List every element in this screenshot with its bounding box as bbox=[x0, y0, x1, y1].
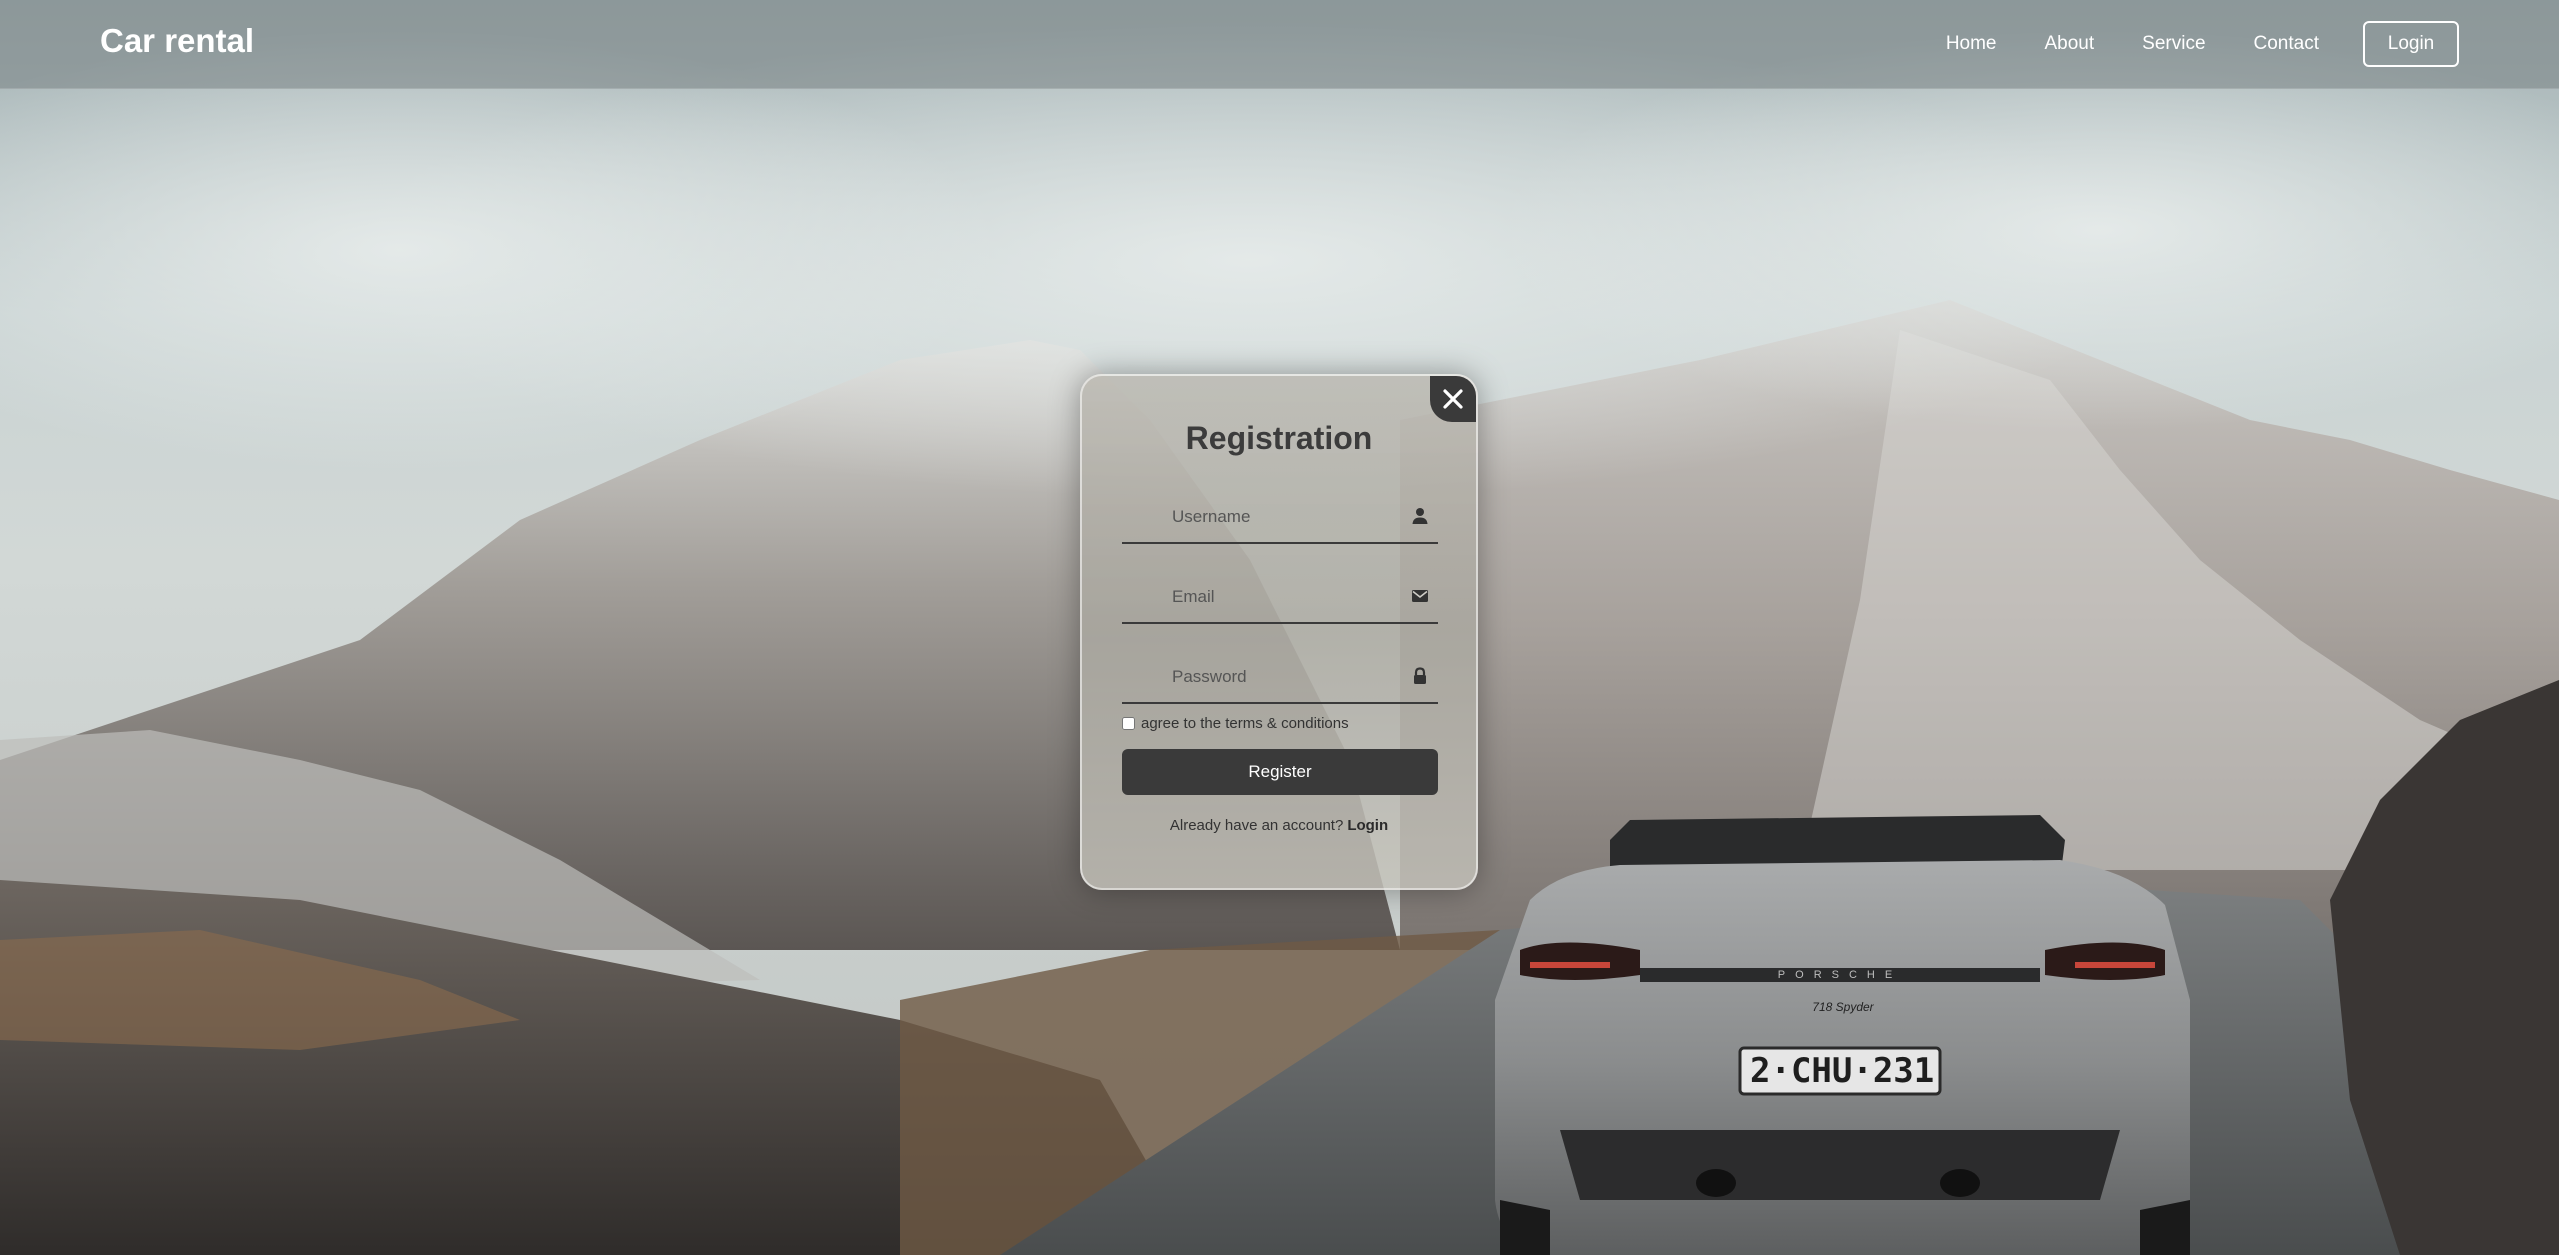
register-button[interactable]: Register bbox=[1122, 749, 1438, 795]
envelope-icon bbox=[1412, 590, 1428, 602]
page: 2·CHU·231 718 Spyder PORSCHE Car rental … bbox=[0, 0, 2559, 1255]
password-field-wrapper bbox=[1122, 650, 1438, 704]
brand-logo[interactable]: Car rental bbox=[100, 22, 254, 60]
car-image bbox=[1495, 815, 2190, 1255]
login-link[interactable]: Login bbox=[1347, 817, 1388, 834]
model-badge: 718 Spyder bbox=[1812, 1000, 1874, 1014]
modal-title: Registration bbox=[1185, 420, 1373, 456]
top-navbar: Car rental Home About Service Contact Lo… bbox=[0, 0, 2559, 89]
username-field-wrapper bbox=[1122, 490, 1438, 544]
user-icon bbox=[1412, 508, 1428, 524]
terms-checkbox[interactable] bbox=[1122, 717, 1135, 730]
registration-modal: Registration agree to the terms bbox=[1080, 374, 1478, 890]
username-input[interactable] bbox=[1170, 500, 1394, 534]
lock-icon bbox=[1414, 667, 1426, 684]
nav-menu: Home About Service Contact Login bbox=[1946, 18, 2459, 70]
brand-strip: PORSCHE bbox=[1777, 969, 1903, 981]
password-input[interactable] bbox=[1170, 660, 1394, 694]
login-prompt: Already have an account? Login bbox=[1082, 817, 1476, 834]
close-button[interactable] bbox=[1430, 376, 1476, 422]
close-icon bbox=[1443, 389, 1463, 409]
email-field-wrapper bbox=[1122, 570, 1438, 624]
nav-contact[interactable]: Contact bbox=[2254, 33, 2319, 55]
email-input[interactable] bbox=[1170, 580, 1394, 614]
terms-row: agree to the terms & conditions bbox=[1122, 715, 1349, 732]
nav-home[interactable]: Home bbox=[1946, 33, 1997, 55]
account-prompt-text: Already have an account? bbox=[1169, 817, 1344, 834]
terms-label: agree to the terms & conditions bbox=[1141, 715, 1349, 732]
header-login-button[interactable]: Login bbox=[2363, 21, 2459, 67]
nav-about[interactable]: About bbox=[2045, 33, 2095, 55]
nav-service[interactable]: Service bbox=[2142, 33, 2205, 55]
license-plate: 2·CHU·231 bbox=[1750, 1051, 1935, 1091]
